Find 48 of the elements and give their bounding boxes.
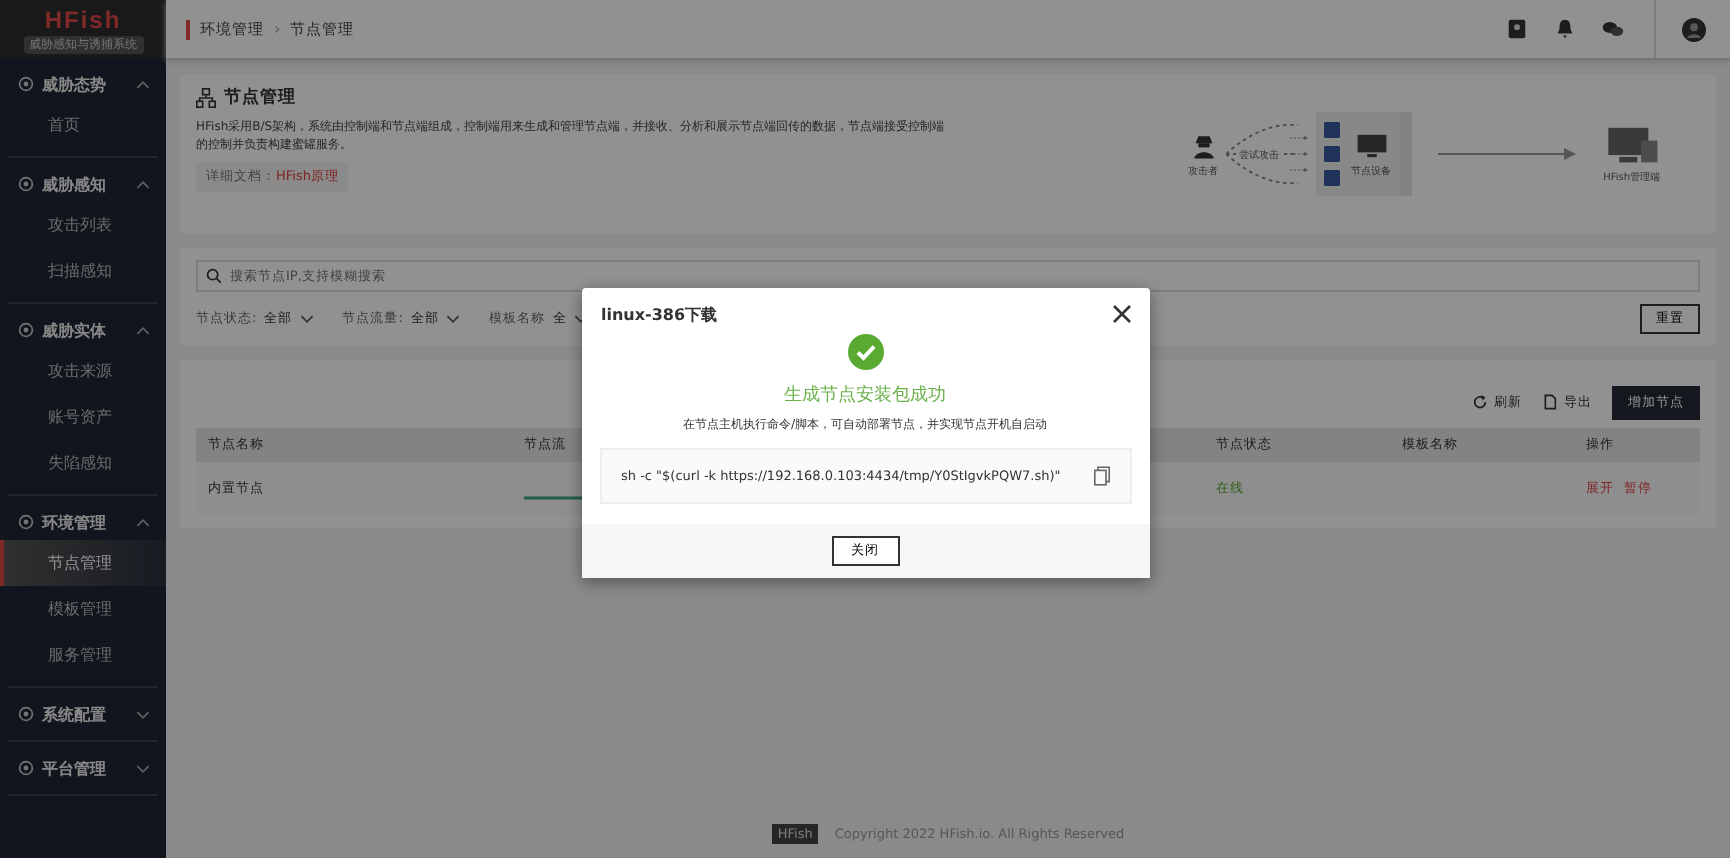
chevron-icon	[446, 314, 461, 324]
chevron-icon	[136, 325, 150, 335]
sidebar-item[interactable]: 首页	[0, 102, 166, 148]
menu-group-header[interactable]: 系统配置	[8, 696, 158, 732]
chevron-icon	[136, 79, 150, 89]
breadcrumb-separator: ›	[274, 20, 281, 38]
document-icon	[1542, 394, 1558, 410]
notification-icon[interactable]	[1554, 18, 1576, 40]
chevron-icon	[136, 763, 150, 773]
monitor-icon	[1355, 131, 1388, 159]
book-icon[interactable]	[1506, 18, 1528, 40]
server-icon	[1603, 125, 1660, 165]
success-check-icon	[847, 334, 883, 370]
copy-icon[interactable]	[1093, 466, 1109, 486]
sidebar-item[interactable]: 攻击来源	[0, 348, 166, 394]
chat-icon[interactable]	[1602, 18, 1624, 40]
menu-icon	[18, 176, 34, 192]
nodes-icon	[196, 88, 216, 108]
menu-group-header[interactable]: 平台管理	[8, 750, 158, 786]
menu-icon	[18, 514, 34, 530]
menu-group-header[interactable]: 威胁感知	[8, 166, 158, 202]
menu-icon	[18, 706, 34, 722]
sidebar-item[interactable]: 失陷感知	[0, 440, 166, 486]
logo-text: HFish	[44, 5, 122, 33]
menu-group-header[interactable]: 威胁实体	[8, 312, 158, 348]
sidebar-item[interactable]: 攻击列表	[0, 202, 166, 248]
chevron-icon	[136, 179, 150, 189]
arrow-icon	[1437, 146, 1578, 162]
menu-icon	[18, 76, 34, 92]
avatar-icon[interactable]	[1682, 17, 1706, 41]
sidebar-item[interactable]: 模板管理	[0, 586, 166, 632]
sidebar-item[interactable]: 账号资产	[0, 394, 166, 440]
sidebar-item[interactable]: 服务管理	[0, 632, 166, 678]
card-title: 节点管理	[224, 86, 296, 110]
chevron-icon	[136, 517, 150, 527]
menu-icon	[18, 760, 34, 776]
success-message: 生成节点安装包成功	[784, 383, 946, 408]
menu-group-header[interactable]: 环境管理	[8, 504, 158, 540]
search-icon	[206, 268, 222, 284]
close-button[interactable]	[1111, 304, 1133, 326]
chevron-icon	[300, 314, 315, 324]
dialog-title: linux-386下载	[601, 304, 718, 326]
chevron-icon	[136, 709, 150, 719]
menu-icon	[18, 322, 34, 338]
sidebar-item[interactable]: 扫描感知	[0, 248, 166, 294]
refresh-icon	[1472, 394, 1488, 410]
menu-group-header[interactable]: 威胁态势	[8, 66, 158, 102]
sidebar-item[interactable]: 节点管理	[0, 540, 166, 586]
